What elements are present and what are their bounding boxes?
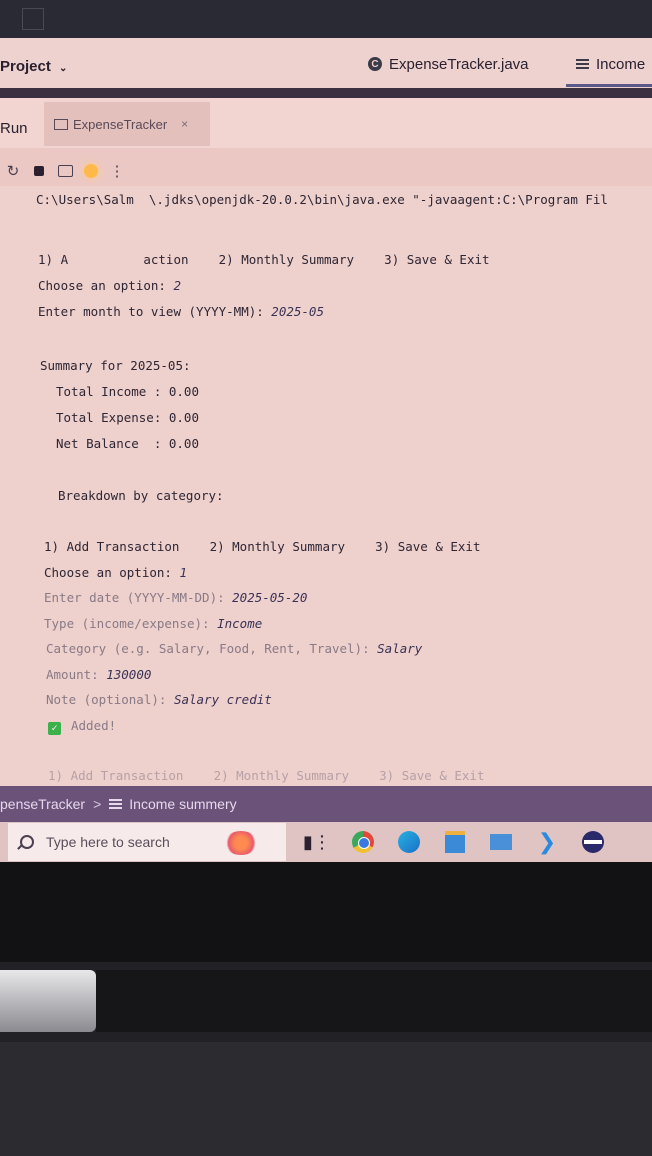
rerun-icon[interactable]: ↻ [0, 162, 26, 180]
hinge-bar [96, 970, 652, 1032]
edge-icon [398, 831, 420, 853]
mail-button[interactable] [486, 827, 516, 857]
added-text: Added! [71, 718, 117, 733]
input-value: 2 [173, 278, 181, 293]
mail-icon [490, 834, 512, 850]
laptop-hinge [0, 962, 652, 1042]
added-line: ✓ Added! [48, 718, 116, 735]
breadcrumb: penseTracker > Income summery [0, 786, 652, 822]
choose-option-line: Choose an option: 2 [38, 278, 181, 293]
stop-icon [34, 166, 44, 176]
amount-prompt-line: Amount: 130000 [46, 667, 151, 682]
project-label: Project [0, 58, 51, 75]
net-balance-line: Net Balance : 0.00 [56, 436, 199, 451]
type-prompt-line: Type (income/expense): Income [44, 616, 262, 631]
total-income-line: Total Income : 0.00 [56, 384, 199, 399]
date-prompt-line: Enter date (YYYY-MM-DD): 2025-05-20 [44, 590, 307, 605]
search-input[interactable]: Type here to search [8, 823, 286, 861]
breakdown-line: Breakdown by category: [58, 488, 224, 503]
tab-label: Income [596, 55, 646, 73]
input-value: 1 [179, 565, 187, 580]
eclipse-icon [582, 831, 604, 853]
breadcrumb-item[interactable]: Income summery [129, 796, 236, 812]
laptop-bezel [0, 862, 652, 962]
window-topbar [0, 0, 652, 38]
prompt: Note (optional): [46, 692, 174, 707]
task-view-icon: ▮⋮ [303, 831, 331, 853]
vscode-button[interactable]: ❯ [532, 827, 562, 857]
windows-taskbar: Type here to search ▮⋮ ❯ [0, 822, 652, 862]
breadcrumb-separator: > [93, 796, 102, 812]
screenshot-button[interactable] [52, 165, 78, 177]
check-icon: ✓ [48, 722, 61, 735]
tab-label: ExpenseTracker.java [389, 55, 529, 73]
tab-expensetracker-java[interactable]: C ExpenseTracker.java [358, 44, 572, 84]
chrome-icon [352, 831, 374, 853]
hinge-metal [0, 970, 96, 1032]
prompt: Enter date (YYYY-MM-DD): [44, 590, 233, 605]
prompt: Choose an option: [38, 278, 174, 293]
screen: Project ⌄ C ExpenseTracker.java Income R… [0, 0, 652, 862]
input-value: 2025-05-20 [232, 590, 308, 605]
glare-icon [84, 164, 98, 178]
stop-button[interactable] [26, 166, 52, 176]
store-icon [445, 831, 465, 853]
window-icon [22, 8, 44, 30]
class-icon: C [368, 57, 382, 71]
camera-icon [57, 165, 73, 177]
prompt: Enter month to view (YYYY-MM): [38, 304, 272, 319]
input-value: Salary [377, 641, 423, 656]
vscode-icon: ❯ [537, 829, 557, 855]
run-config-icon [54, 118, 68, 130]
flower-icon [224, 831, 258, 855]
note-prompt-line: Note (optional): Salary credit [46, 692, 272, 707]
prompt: Amount: [46, 667, 107, 682]
run-tab-label: ExpenseTracker [73, 116, 168, 132]
search-placeholder: Type here to search [46, 834, 170, 850]
month-prompt-line: Enter month to view (YYYY-MM): 2025-05 [38, 304, 324, 319]
chrome-button[interactable] [348, 827, 378, 857]
store-button[interactable] [440, 827, 470, 857]
tab-income[interactable]: Income [566, 44, 652, 87]
eclipse-button[interactable] [578, 827, 608, 857]
close-icon[interactable]: × [181, 117, 188, 131]
search-icon [20, 835, 34, 849]
run-tab-expensetracker[interactable]: ExpenseTracker × [44, 102, 210, 146]
breadcrumb-item[interactable]: penseTracker [0, 796, 85, 812]
menu-line: 1) Add Transaction 2) Monthly Summary 3)… [44, 539, 481, 554]
run-label: Run [0, 120, 28, 137]
text-file-icon [576, 57, 589, 71]
category-prompt-line: Category (e.g. Salary, Food, Rent, Trave… [46, 641, 422, 656]
task-view-button[interactable]: ▮⋮ [302, 827, 332, 857]
menu-line: 1) Add Transaction 2) Monthly Summary 3)… [48, 768, 485, 783]
command-line: C:\Users\Salm \.jdks\openjdk-20.0.2\bin\… [36, 192, 608, 207]
prompt: Choose an option: [44, 565, 180, 580]
total-expense-line: Total Expense: 0.00 [56, 410, 199, 425]
input-value: 2025-05 [271, 304, 324, 319]
run-toolbar: ↻ ⋮ [0, 156, 130, 186]
chevron-down-icon: ⌄ [59, 63, 68, 74]
light-glare [78, 164, 104, 178]
input-value: Salary credit [173, 692, 272, 707]
text-file-icon [109, 797, 123, 811]
input-value: 130000 [106, 667, 152, 682]
project-dropdown[interactable]: Project ⌄ [0, 58, 67, 75]
prompt: Type (income/expense): [44, 616, 218, 631]
menu-line: 1) A action 2) Monthly Summary 3) Save &… [38, 252, 490, 267]
choose-option-line: Choose an option: 1 [44, 565, 187, 580]
prompt: Category (e.g. Salary, Food, Rent, Trave… [46, 641, 378, 656]
input-value: Income [217, 616, 263, 631]
laptop-base [0, 1042, 652, 1156]
more-options-icon[interactable]: ⋮ [104, 162, 130, 180]
console-output[interactable]: C:\Users\Salm \.jdks\openjdk-20.0.2\bin\… [0, 186, 652, 786]
edge-button[interactable] [394, 827, 424, 857]
summary-title: Summary for 2025-05: [40, 358, 191, 373]
divider [0, 88, 652, 98]
